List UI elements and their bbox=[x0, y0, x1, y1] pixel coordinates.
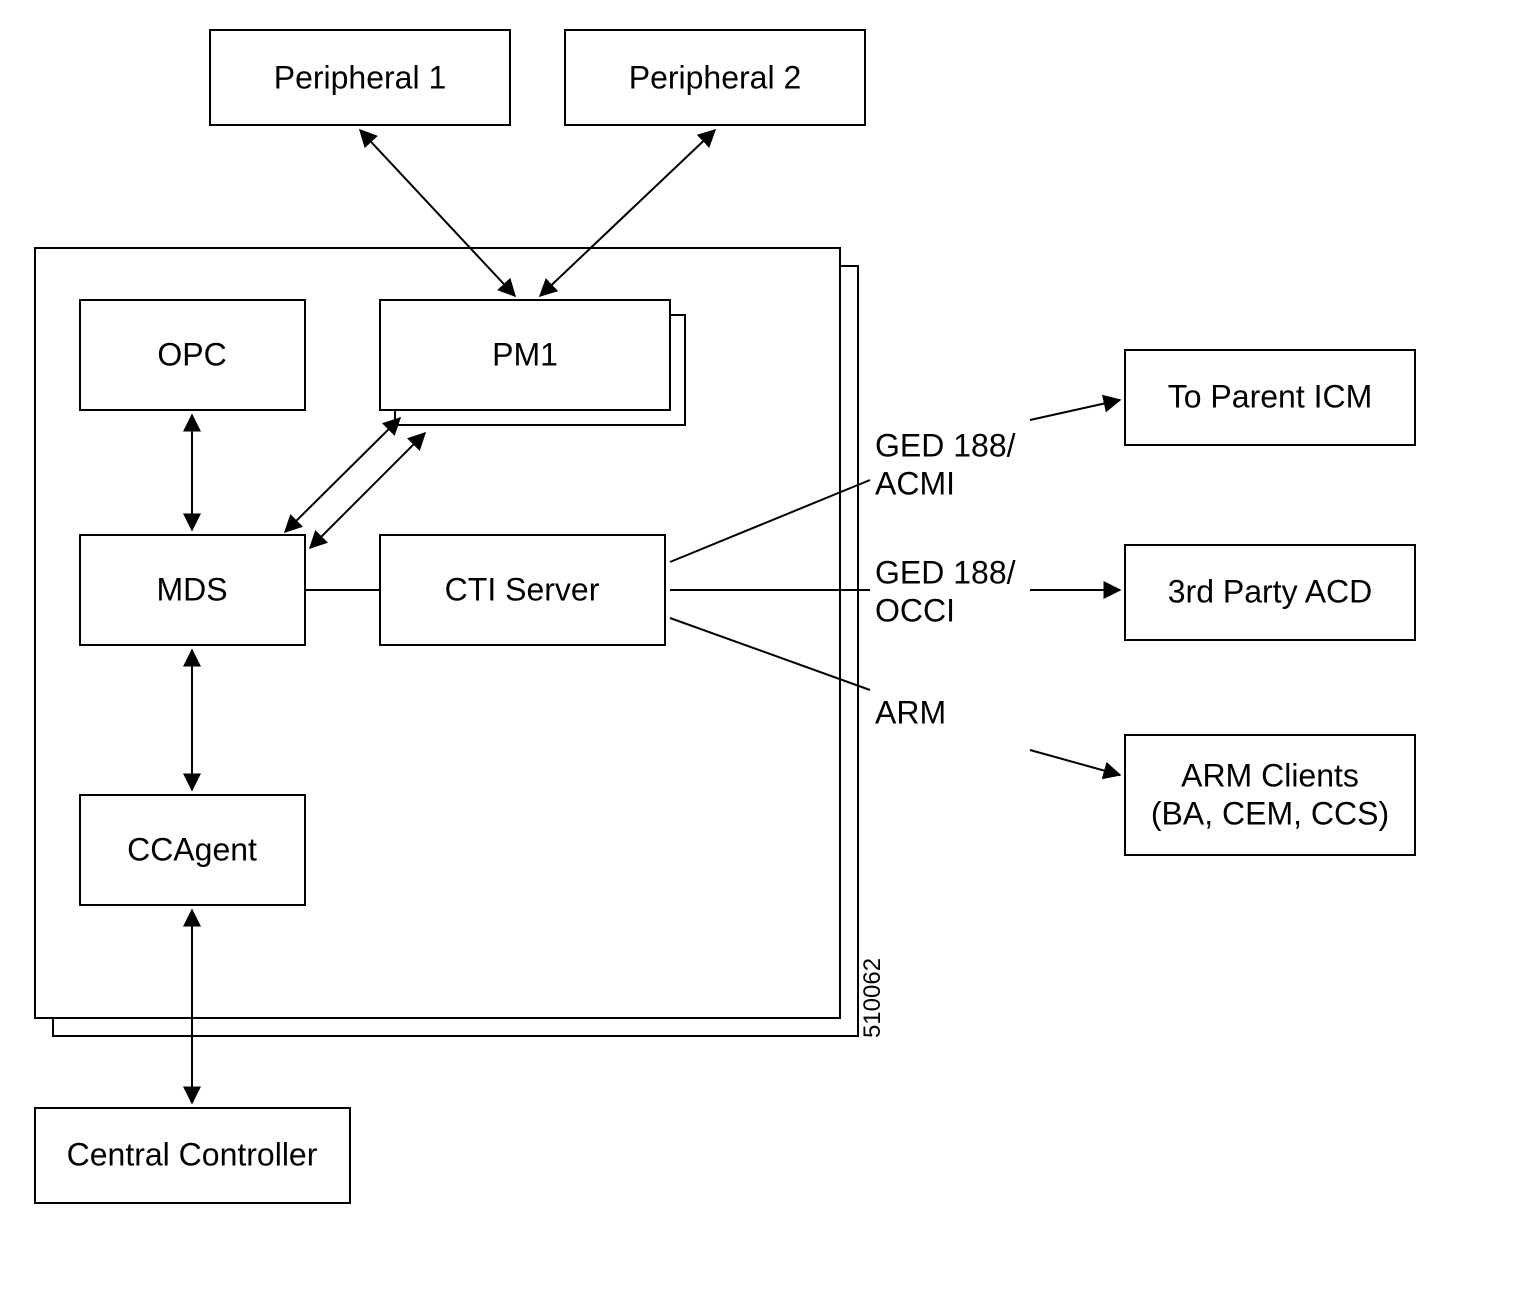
label-pm1: PM1 bbox=[492, 336, 558, 372]
label-ged-occi-l1: GED 188/ bbox=[875, 554, 1016, 590]
label-peripheral-1: Peripheral 1 bbox=[274, 59, 447, 95]
edge-cti-arm-b bbox=[1030, 750, 1120, 775]
label-arm-clients-l2: (BA, CEM, CCS) bbox=[1151, 795, 1389, 831]
label-peripheral-2: Peripheral 2 bbox=[629, 59, 802, 95]
label-ged-occi-l2: OCCI bbox=[875, 592, 955, 628]
label-opc: OPC bbox=[157, 336, 226, 372]
label-cti: CTI Server bbox=[445, 571, 600, 607]
diagram-canvas: Peripheral 1 Peripheral 2 OPC PM1 MDS CT… bbox=[0, 0, 1536, 1300]
label-ccagent: CCAgent bbox=[127, 831, 257, 867]
label-parent-icm: To Parent ICM bbox=[1168, 378, 1373, 414]
label-central: Central Controller bbox=[67, 1136, 318, 1172]
label-mds: MDS bbox=[156, 571, 227, 607]
label-arm: ARM bbox=[875, 694, 946, 730]
edge-cti-parent-b bbox=[1030, 400, 1120, 420]
label-third-party: 3rd Party ACD bbox=[1168, 573, 1373, 609]
label-ged-acmi-l1: GED 188/ bbox=[875, 427, 1016, 463]
label-arm-clients-l1: ARM Clients bbox=[1181, 757, 1359, 793]
label-ged-acmi-l2: ACMI bbox=[875, 465, 955, 501]
figure-id: 510062 bbox=[859, 958, 886, 1038]
